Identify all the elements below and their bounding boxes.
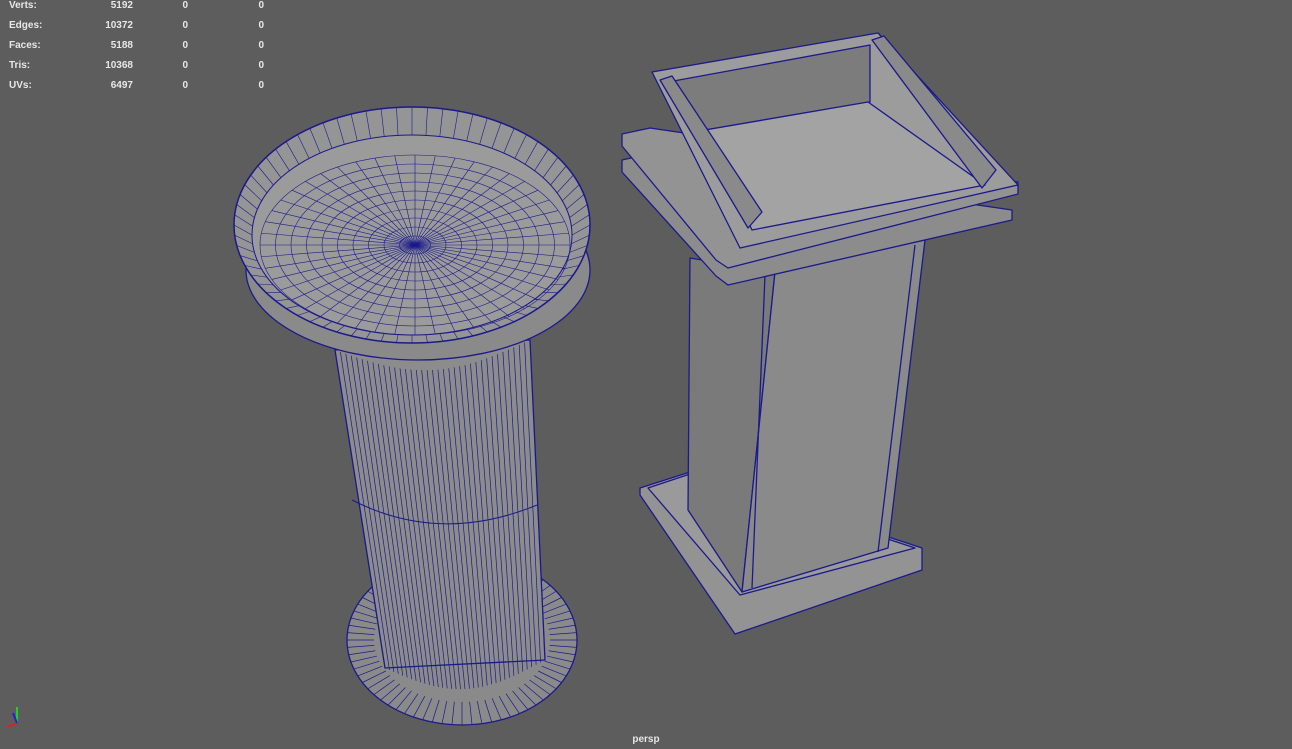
lectern-mesh[interactable]	[621, 32, 1019, 635]
hud-label: UVs:	[9, 80, 32, 91]
hud-value: 10372	[105, 20, 133, 31]
camera-name-label: persp	[632, 734, 660, 745]
hud-value: 0	[182, 0, 188, 11]
hud-label: Faces:	[9, 40, 41, 51]
hud-row-tris: Tris: 10368 0 0	[9, 60, 269, 80]
hud-row-verts: Verts: 5192 0 0	[9, 0, 269, 20]
round-pedestal-mesh[interactable]	[233, 106, 591, 726]
hud-value: 6497	[110, 80, 133, 91]
hud-value: 0	[258, 60, 264, 71]
hud-value: 5188	[110, 40, 133, 51]
hud-value: 0	[258, 20, 264, 31]
hud-value: 10368	[105, 60, 133, 71]
hud-label: Verts:	[9, 0, 37, 11]
hud-value: 0	[182, 60, 188, 71]
poly-count-hud: Verts: 5192 0 0 Edges: 10372 0 0 Faces: 5188 0 0 …	[9, 0, 269, 100]
hud-row-edges: Edges: 10372 0 0	[9, 20, 269, 40]
hud-value: 0	[182, 20, 188, 31]
hud-value: 0	[258, 80, 264, 91]
axis-x-icon	[6, 722, 18, 728]
hud-value: 0	[258, 0, 264, 11]
hud-row-faces: Faces: 5188 0 0	[9, 40, 269, 60]
axis-gizmo	[6, 707, 18, 728]
hud-value: 0	[182, 80, 188, 91]
hud-value: 0	[182, 40, 188, 51]
hud-label: Tris:	[9, 60, 31, 71]
hud-value: 5192	[110, 0, 133, 11]
hud-value: 0	[258, 40, 264, 51]
hud-label: Edges:	[9, 20, 43, 31]
viewport-3d[interactable]	[0, 0, 1292, 749]
hud-row-uvs: UVs: 6497 0 0	[9, 80, 269, 100]
